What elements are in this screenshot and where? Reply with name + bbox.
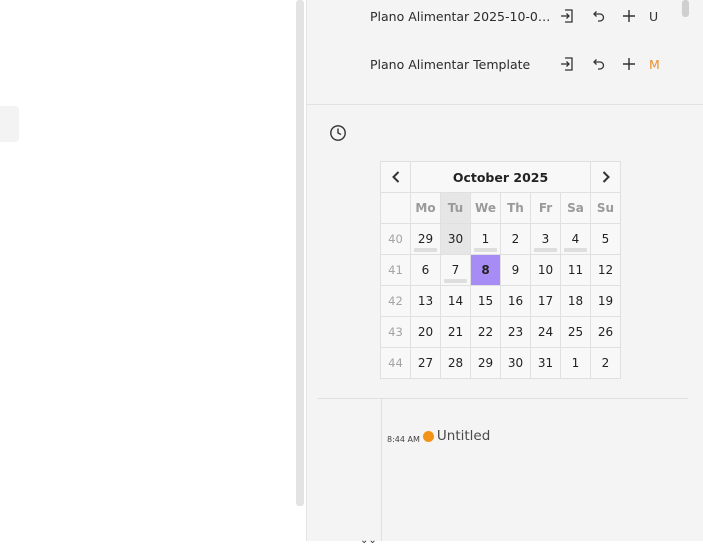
week-number[interactable]: 42: [380, 285, 411, 317]
section-divider: [307, 104, 703, 105]
timeline-divider: [318, 398, 688, 399]
calendar-day[interactable]: 6: [410, 254, 441, 286]
status-dot-icon: [422, 430, 434, 442]
week-number-header: [380, 192, 411, 224]
timeline-axis: [381, 399, 382, 541]
calendar-day[interactable]: 14: [440, 285, 471, 317]
calendar-day[interactable]: 11: [560, 254, 591, 286]
open-file-icon[interactable]: [556, 5, 578, 27]
calendar-day[interactable]: 10: [530, 254, 561, 286]
month-title: October 2025: [410, 161, 591, 193]
undo-icon[interactable]: [587, 53, 609, 75]
calendar-day[interactable]: 30: [440, 223, 471, 255]
calendar-day[interactable]: 1: [470, 223, 501, 255]
calendar-day[interactable]: 22: [470, 316, 501, 348]
calendar-day[interactable]: 26: [590, 316, 621, 348]
entry-time: 8:44 AM: [387, 434, 420, 444]
weekday-header: Tu: [440, 192, 471, 224]
week-number[interactable]: 44: [380, 347, 411, 379]
weekday-header: Mo: [410, 192, 441, 224]
weekday-header: Su: [590, 192, 621, 224]
undo-icon[interactable]: [587, 5, 609, 27]
plus-icon[interactable]: [618, 5, 640, 27]
sidebar-scrollbar[interactable]: [682, 0, 689, 17]
calendar-day[interactable]: 16: [500, 285, 531, 317]
week-number[interactable]: 43: [380, 316, 411, 348]
calendar-day[interactable]: 9: [500, 254, 531, 286]
calendar-day[interactable]: 7: [440, 254, 471, 286]
file-status-badge: U: [649, 8, 659, 24]
calendar-day[interactable]: 24: [530, 316, 561, 348]
calendar: October 2025 Mo Tu We Th Fr Sa Su 40 29 …: [380, 161, 621, 379]
calendar-day[interactable]: 23: [500, 316, 531, 348]
calendar-day[interactable]: 2: [500, 223, 531, 255]
prev-month-button[interactable]: [380, 161, 411, 193]
file-name: Plano Alimentar Template: [370, 56, 531, 72]
calendar-day[interactable]: 2: [590, 347, 621, 379]
open-file-icon[interactable]: [556, 53, 578, 75]
calendar-day[interactable]: 25: [560, 316, 591, 348]
chevron-right-icon: [602, 170, 610, 183]
changed-file-row[interactable]: Plano Alimentar 2025-10-06 - ... U: [370, 4, 670, 28]
calendar-day[interactable]: 17: [530, 285, 561, 317]
week-number[interactable]: 40: [380, 223, 411, 255]
clock-icon[interactable]: [329, 124, 347, 142]
calendar-day[interactable]: 12: [590, 254, 621, 286]
calendar-day[interactable]: 3: [530, 223, 561, 255]
calendar-day[interactable]: 21: [440, 316, 471, 348]
timeline-entry[interactable]: 8:44 AM Untitled: [387, 428, 490, 444]
chevron-left-icon: [391, 170, 399, 183]
changed-file-row[interactable]: Plano Alimentar Template M: [370, 52, 670, 76]
calendar-day[interactable]: 31: [530, 347, 561, 379]
calendar-day[interactable]: 28: [440, 347, 471, 379]
calendar-day[interactable]: 15: [470, 285, 501, 317]
calendar-day[interactable]: 13: [410, 285, 441, 317]
calendar-day[interactable]: 5: [590, 223, 621, 255]
calendar-day[interactable]: 20: [410, 316, 441, 348]
weekday-header: Fr: [530, 192, 561, 224]
weekday-header: Th: [500, 192, 531, 224]
editor-scrollbar[interactable]: [296, 0, 304, 506]
week-number[interactable]: 41: [380, 254, 411, 286]
editor-pane: [0, 0, 306, 541]
plus-icon[interactable]: [618, 53, 640, 75]
calendar-day[interactable]: 19: [590, 285, 621, 317]
calendar-day-selected[interactable]: 8: [470, 254, 501, 286]
entry-title[interactable]: Untitled: [437, 428, 490, 444]
editor-tab-stub[interactable]: [0, 106, 19, 142]
calendar-day[interactable]: 4: [560, 223, 591, 255]
calendar-day[interactable]: 29: [470, 347, 501, 379]
calendar-day[interactable]: 30: [500, 347, 531, 379]
next-month-button[interactable]: [590, 161, 621, 193]
calendar-day[interactable]: 18: [560, 285, 591, 317]
calendar-day[interactable]: 29: [410, 223, 441, 255]
weekday-header: Sa: [560, 192, 591, 224]
calendar-day[interactable]: 27: [410, 347, 441, 379]
weekday-header: We: [470, 192, 501, 224]
calendar-day[interactable]: 1: [560, 347, 591, 379]
file-name: Plano Alimentar 2025-10-06 - ...: [370, 8, 556, 24]
file-status-badge: M: [649, 56, 660, 72]
